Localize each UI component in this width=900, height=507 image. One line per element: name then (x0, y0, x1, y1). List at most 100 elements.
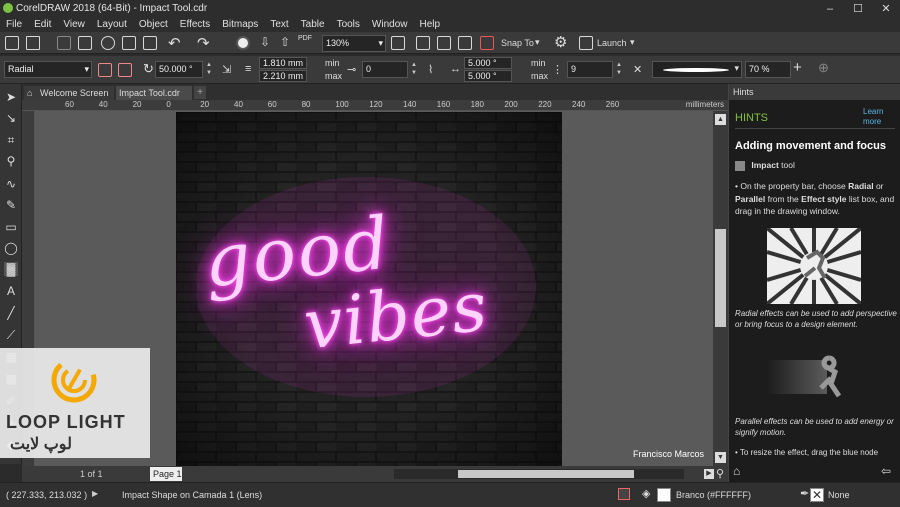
outline-swatch[interactable]: ✕ (810, 488, 824, 502)
offset-stepper[interactable]: ▲ ▼ (409, 61, 419, 78)
crosshair-icon[interactable]: ⊕ (818, 60, 829, 76)
chevron-down-icon[interactable]: ▾ (378, 36, 383, 51)
menu-bitmaps[interactable]: Bitmaps (216, 19, 264, 30)
line-width-max-field[interactable]: 2.210 mm (259, 70, 307, 82)
vertical-scroll-thumb[interactable] (715, 229, 726, 327)
horizontal-ruler[interactable]: 60 40 20 0 20 40 60 80 100 120 140 160 180 200 220 240 2… (22, 100, 728, 111)
menu-bar: File Edit View Layout Object Effects Bit… (0, 17, 900, 32)
effect-style-select[interactable]: Radial ▾ (4, 61, 92, 78)
menu-help[interactable]: Help (414, 19, 447, 30)
redo-icon[interactable]: ↷ (197, 34, 210, 52)
ruler-tick-label: 100 (335, 100, 349, 109)
full-screen-preview-icon[interactable] (391, 36, 405, 50)
freehand-tool-icon[interactable]: ∿ (4, 177, 18, 191)
angle-field[interactable]: 50.000 ° (155, 61, 203, 78)
menu-file[interactable]: File (0, 19, 28, 30)
paste-icon[interactable] (143, 36, 157, 50)
scroll-down-arrow[interactable]: ▼ (715, 452, 726, 463)
spacing-min-field[interactable]: 5.000 ° (464, 57, 512, 69)
artistic-media-icon[interactable]: ✎ (4, 198, 18, 212)
opacity-field[interactable]: 70 % (745, 61, 791, 78)
undo-icon[interactable]: ↶ (168, 34, 181, 52)
new-document-icon[interactable] (5, 36, 19, 50)
angle-stepper[interactable]: ▲ ▼ (204, 61, 214, 78)
radial-style-icon[interactable] (98, 63, 112, 77)
home-icon[interactable]: ⌂ (733, 464, 740, 478)
snap-to-icon[interactable] (480, 36, 494, 50)
menu-table[interactable]: Table (295, 19, 331, 30)
menu-edit[interactable]: Edit (28, 19, 57, 30)
learn-more-link[interactable]: Learn more (863, 107, 893, 127)
fill-swatch[interactable] (657, 488, 671, 502)
chevron-down-icon[interactable]: ▾ (535, 37, 540, 48)
crop-tool-icon[interactable]: ⌗ (4, 133, 18, 147)
open-folder-icon[interactable] (26, 36, 40, 50)
outline-pen-icon: ✒ (800, 488, 810, 500)
add-preset-icon[interactable]: + (793, 59, 802, 76)
page-tab[interactable]: Page 1 (150, 467, 182, 481)
close-button[interactable]: ✕ (872, 0, 900, 17)
cut-icon[interactable] (101, 36, 115, 50)
navigator-icon[interactable]: ⚲ (716, 467, 724, 480)
save-icon[interactable] (57, 36, 71, 50)
horizontal-scroll-track[interactable] (394, 469, 684, 479)
show-rulers-icon[interactable] (416, 36, 430, 50)
tab-impact-tool-cdr[interactable]: Impact Tool.cdr (116, 86, 192, 100)
zoom-level-field[interactable]: 130% ▾ (322, 35, 386, 52)
status-arrow-icon[interactable]: ▶ (92, 489, 98, 498)
menu-text[interactable]: Text (264, 19, 294, 30)
min-label: min (325, 58, 340, 68)
print-icon[interactable] (78, 36, 92, 50)
scroll-right-arrow[interactable]: ▶ (704, 469, 714, 479)
chevron-down-icon[interactable]: ▾ (630, 37, 635, 48)
import-icon[interactable]: ⇩ (260, 35, 270, 49)
text-tool-icon[interactable]: A (4, 284, 18, 298)
chevron-down-icon[interactable]: ▾ (84, 62, 89, 77)
launch-icon[interactable] (579, 36, 593, 50)
copy-icon[interactable] (122, 36, 136, 50)
shape-tool-icon[interactable]: ↘ (4, 111, 18, 125)
line-count-field[interactable]: 9 (567, 61, 613, 78)
corel-connect-icon[interactable] (236, 36, 250, 50)
new-tab-icon[interactable]: + (194, 86, 206, 99)
ellipse-tool-icon[interactable]: ◯ (4, 241, 18, 255)
show-grid-icon[interactable] (437, 36, 451, 50)
line-width-min-field[interactable]: 1.810 mm (259, 57, 307, 69)
options-gear-icon[interactable]: ⚙ (554, 33, 567, 51)
standard-toolbar: ↶ ↷ ⇩ ⇧ PDF 130% ▾ Snap To ▾ ⚙ Launch ▾ (0, 32, 900, 54)
count-stepper[interactable]: ▲ ▼ (614, 61, 624, 78)
impact-tool-icon[interactable]: ▓ (4, 262, 18, 276)
spacing-max-field[interactable]: 5.000 ° (464, 70, 512, 82)
export-icon[interactable]: ⇧ (280, 35, 290, 49)
minimize-button[interactable]: – (816, 0, 844, 17)
horizontal-scroll-thumb[interactable] (458, 470, 634, 478)
menu-view[interactable]: View (57, 19, 91, 30)
line-tool-icon[interactable]: ╱ (4, 306, 18, 320)
zoom-tool-icon[interactable]: ⚲ (4, 154, 18, 168)
pick-tool-icon[interactable]: ➤ (4, 90, 18, 104)
menu-window[interactable]: Window (366, 19, 414, 30)
parallel-style-icon[interactable] (118, 63, 132, 77)
snap-to-dropdown[interactable]: Snap To (501, 38, 534, 48)
document-page[interactable]: good vibes (176, 112, 562, 468)
menu-effects[interactable]: Effects (174, 19, 216, 30)
offset-field[interactable]: 0 (362, 61, 408, 78)
menu-tools[interactable]: Tools (331, 19, 366, 30)
connector-tool-icon[interactable]: ⟋ (4, 328, 18, 342)
page-nav-label[interactable]: 1 of 1 (80, 469, 103, 479)
launch-dropdown[interactable]: Launch (597, 38, 627, 48)
color-proof-icon[interactable] (618, 488, 630, 500)
show-guidelines-icon[interactable] (458, 36, 472, 50)
back-arrow-icon[interactable]: ⇦ (881, 464, 891, 478)
ruler-tick-label: 200 (504, 100, 518, 109)
maximize-button[interactable]: ☐ (844, 0, 872, 17)
chevron-down-icon[interactable]: ▾ (734, 63, 739, 74)
publish-pdf-icon[interactable]: PDF (298, 35, 312, 42)
vertical-scrollbar[interactable]: ▲ ▼ (713, 111, 728, 466)
scroll-up-arrow[interactable]: ▲ (715, 114, 726, 125)
menu-object[interactable]: Object (133, 19, 174, 30)
tab-welcome-screen[interactable]: ⌂ Welcome Screen (24, 86, 114, 100)
rectangle-tool-icon[interactable]: ▭ (4, 220, 18, 234)
line-style-picker[interactable]: ▾ (652, 61, 742, 78)
menu-layout[interactable]: Layout (91, 19, 133, 30)
